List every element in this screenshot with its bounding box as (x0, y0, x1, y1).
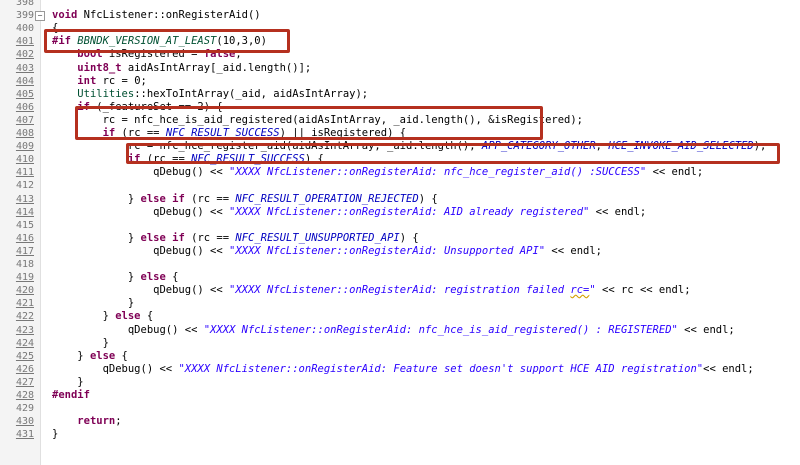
code-text: } else { (52, 310, 154, 323)
line-number: 414 (15, 206, 34, 218)
line-number: 417 (15, 245, 34, 257)
line-number: 403 (15, 62, 34, 74)
code-line[interactable]: 417 qDebug() << "XXXX NfcListener::onReg… (0, 245, 800, 258)
line-number: 416 (15, 232, 34, 244)
line-number: 402 (15, 49, 34, 61)
line-number: 410 (15, 154, 34, 166)
code-line[interactable]: 415 (0, 219, 800, 232)
code-text: #endif (52, 389, 90, 401)
code-text: } else if (rc == NFC_RESULT_OPERATION_RE… (52, 192, 438, 205)
code-line[interactable]: 429 (0, 402, 800, 415)
code-line[interactable]: 400 { (0, 22, 800, 35)
code-text: } else { (52, 271, 179, 284)
code-line[interactable]: 410 if (rc == NFC_RESULT_SUCCESS) { (0, 153, 800, 166)
code-line[interactable]: 428 #endif (0, 389, 800, 402)
code-line[interactable]: 414 qDebug() << "XXXX NfcListener::onReg… (0, 206, 800, 219)
code-line[interactable]: 427 } (0, 376, 800, 389)
code-line[interactable]: 403 uint8_t aidAsIntArray[_aid.length()]… (0, 62, 800, 75)
code-line[interactable]: 422 } else { (0, 310, 800, 323)
line-number: 398 (15, 0, 34, 8)
line-number: 424 (15, 337, 34, 349)
code-text: } (52, 336, 109, 349)
line-number: 411 (15, 167, 34, 179)
code-line[interactable]: 401 #if BBNDK_VERSION_AT_LEAST(10,3,0) (0, 35, 800, 48)
line-number: 431 (15, 429, 34, 441)
code-text: } else if (rc == NFC_RESULT_UNSUPPORTED_… (52, 231, 419, 244)
code-line[interactable]: 404 int rc = 0; (0, 75, 800, 88)
code-line[interactable]: 419 } else { (0, 271, 800, 284)
line-number: 408 (15, 128, 34, 139)
line-number: 421 (15, 298, 34, 310)
line-number: 401 (15, 36, 34, 48)
line-number: 406 (15, 101, 34, 113)
line-number: 428 (15, 390, 34, 401)
code-line[interactable]: 413 } else if (rc == NFC_RESULT_OPERATIO… (0, 193, 800, 206)
code-text: Utilities::hexToIntArray(_aid, aidAsIntA… (77, 87, 369, 100)
code-text: qDebug() << "XXXX NfcListener::onRegiste… (52, 362, 754, 375)
line-number: 426 (15, 363, 34, 375)
code-text: if (rc == NFC_RESULT_SUCCESS) || isRegis… (102, 127, 407, 139)
code-line[interactable]: 430 return; (0, 415, 800, 428)
code-line[interactable]: 424 } (0, 337, 800, 350)
code-text: if (_featureSet == 2) { (77, 100, 223, 113)
code-line[interactable]: 418 (0, 258, 800, 271)
line-number: 425 (15, 350, 34, 362)
code-text: qDebug() << "XXXX NfcListener::onRegiste… (52, 323, 735, 336)
code-text: bool isRegistered = false; (77, 48, 242, 61)
code-line[interactable]: 399− void NfcListener::onRegisterAid() (0, 9, 800, 22)
code-line[interactable]: 402 bool isRegistered = false; (0, 48, 800, 61)
code-line[interactable]: 421 } (0, 297, 800, 310)
code-line[interactable]: 412 (0, 179, 800, 192)
code-text: qDebug() << "XXXX NfcListener::onRegiste… (52, 166, 704, 179)
code-line[interactable]: 431} (0, 428, 800, 441)
code-text: qDebug() << "XXXX NfcListener::onRegiste… (52, 244, 602, 257)
code-line[interactable]: 411 qDebug() << "XXXX NfcListener::onReg… (0, 166, 800, 179)
code-text: return; (77, 415, 122, 428)
code-text: #if BBNDK_VERSION_AT_LEAST(10,3,0) (52, 35, 267, 48)
line-number: 419 (15, 272, 34, 284)
code-text: { (52, 22, 59, 35)
code-text: } (52, 375, 84, 388)
code-text: } (52, 428, 59, 441)
code-line[interactable]: 405 Utilities::hexToIntArray(_aid, aidAs… (0, 88, 800, 101)
code-text: rc = nfc_hce_register_aid(aidAsIntArray,… (52, 140, 767, 153)
code-text: qDebug() << "XXXX NfcListener::onRegiste… (52, 284, 691, 297)
code-text: } (52, 297, 135, 310)
code-line[interactable]: 408 if (rc == NFC_RESULT_SUCCESS) || isR… (0, 127, 800, 140)
line-number: 409 (15, 141, 34, 153)
line-number: 429 (15, 403, 34, 415)
line-number: 422 (15, 311, 34, 323)
code-line[interactable]: 409 rc = nfc_hce_register_aid(aidAsIntAr… (0, 140, 800, 153)
code-text: uint8_t aidAsIntArray[_aid.length()]; (77, 61, 312, 74)
line-number: 427 (15, 376, 34, 388)
line-number: 412 (15, 180, 34, 192)
code-line[interactable]: 407 rc = nfc_hce_is_aid_registered(aidAs… (0, 114, 800, 127)
code-line[interactable]: 406 if (_featureSet == 2) { (0, 101, 800, 114)
code-line[interactable]: 426 qDebug() << "XXXX NfcListener::onReg… (0, 363, 800, 376)
line-number: 407 (15, 114, 34, 126)
line-number: 418 (15, 259, 34, 270)
line-number: 405 (15, 88, 34, 100)
code-line[interactable]: 420 qDebug() << "XXXX NfcListener::onReg… (0, 284, 800, 297)
line-number: 420 (15, 285, 34, 297)
code-text: rc = nfc_hce_is_aid_registered(aidAsIntA… (52, 113, 584, 126)
line-number: 399 (15, 10, 34, 22)
code-line[interactable]: 425 } else { (0, 350, 800, 363)
line-number: 404 (15, 75, 34, 87)
code-text: if (rc == NFC_RESULT_SUCCESS) { (127, 153, 324, 166)
line-number: 400 (15, 23, 34, 35)
line-number: 430 (15, 416, 34, 428)
code-line[interactable]: 423 qDebug() << "XXXX NfcListener::onReg… (0, 324, 800, 337)
line-number: 415 (15, 219, 34, 231)
code-line[interactable]: 398 (0, 0, 800, 9)
code-line[interactable]: 416 } else if (rc == NFC_RESULT_UNSUPPOR… (0, 232, 800, 245)
fold-toggle-icon[interactable]: − (35, 11, 45, 22)
code-editor[interactable]: 398 399− void NfcListener::onRegisterAid()… (0, 0, 800, 465)
code-text: } else { (52, 349, 128, 362)
code-text: void NfcListener::onRegisterAid() (52, 9, 261, 22)
code-text: int rc = 0; (77, 74, 147, 87)
line-number: 423 (15, 324, 34, 336)
line-number: 413 (15, 193, 34, 205)
code-text: qDebug() << "XXXX NfcListener::onRegiste… (52, 205, 647, 218)
